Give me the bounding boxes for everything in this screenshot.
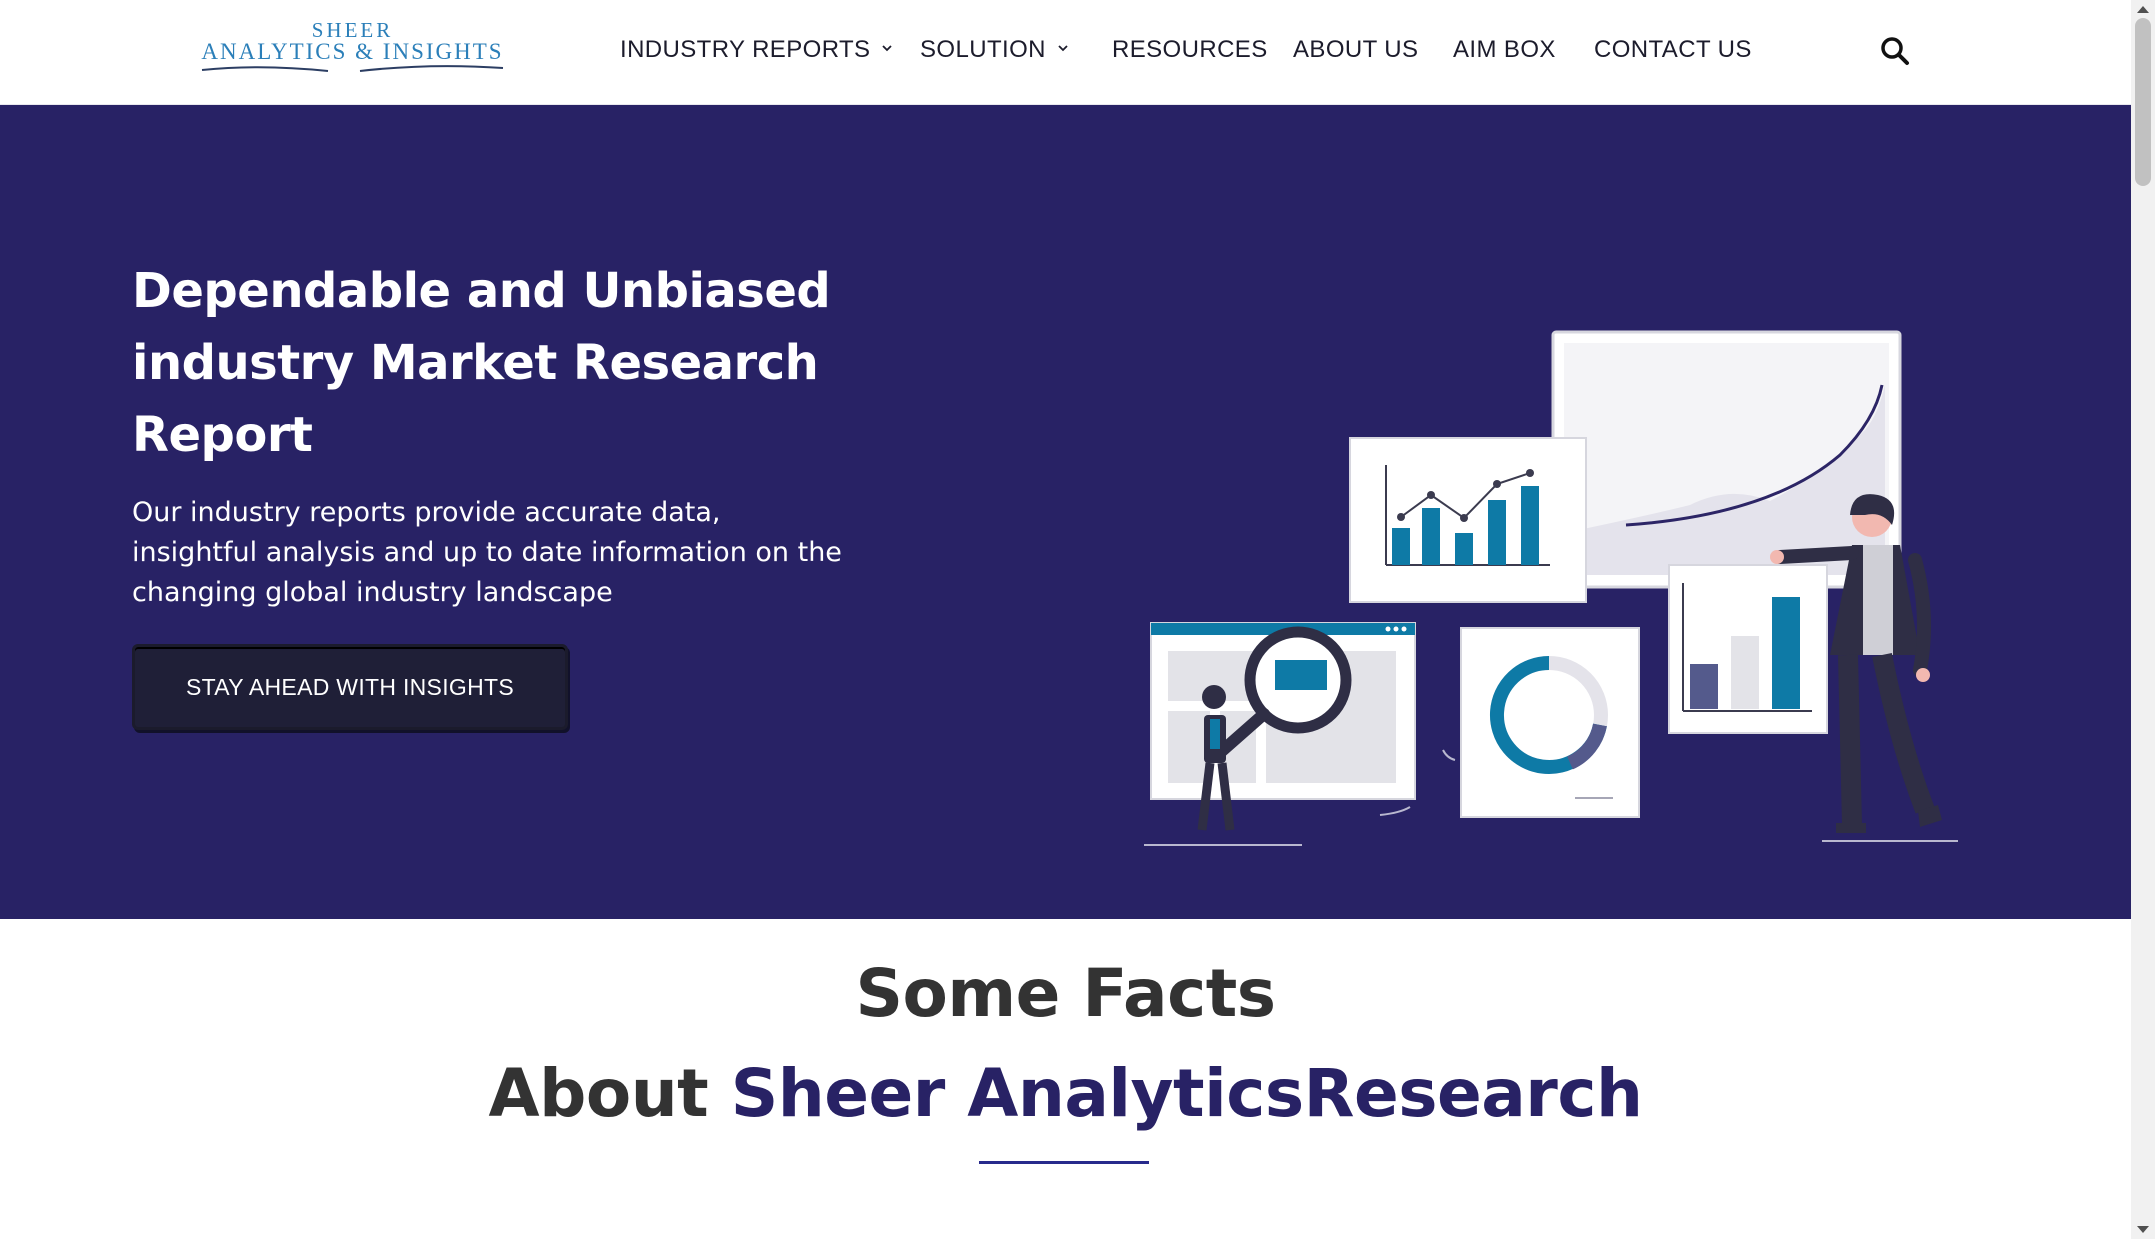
section-underline [979, 1161, 1149, 1164]
facts-subtitle-prefix: About [488, 1055, 731, 1132]
nav-industry-reports[interactable]: INDUSTRY REPORTS [620, 36, 893, 70]
site-header: SHEER ANALYTICS & INSIGHTS INDUSTRY REPO… [0, 0, 2131, 105]
analytics-dashboard-illustration [1144, 330, 1958, 846]
nav-aim-box[interactable]: AIM BOX [1453, 36, 1556, 70]
scroll-down-arrow-icon[interactable] [2137, 1226, 2149, 1233]
chevron-down-icon [1058, 45, 1068, 52]
nav-about-us[interactable]: ABOUT US [1293, 36, 1418, 70]
nav-contact-us[interactable]: CONTACT US [1594, 36, 1752, 70]
nav-solution[interactable]: SOLUTION [920, 36, 1068, 70]
scroll-up-arrow-icon[interactable] [2137, 6, 2149, 13]
page-scrollbar[interactable] [2131, 0, 2155, 1239]
hero-title: Dependable and Unbiased industry Market … [132, 263, 831, 463]
scrollbar-thumb[interactable] [2135, 18, 2151, 186]
logo-swoosh-icon [201, 65, 504, 72]
search-button[interactable] [1880, 36, 1910, 66]
nav-label: CONTACT US [1594, 36, 1752, 63]
nav-label: ABOUT US [1293, 36, 1419, 63]
nav-label: RESOURCES [1112, 36, 1268, 63]
stay-ahead-button[interactable]: STAY AHEAD WITH INSIGHTS [132, 644, 568, 730]
search-icon [1881, 37, 1909, 65]
facts-subtitle: About Sheer AnalyticsResearch [0, 1055, 2131, 1132]
facts-title: Some Facts [855, 955, 1276, 1032]
hero-section: Dependable and Unbiased industry Market … [0, 105, 2131, 919]
nav-resources[interactable]: RESOURCES [1112, 36, 1268, 70]
nav-label: INDUSTRY REPORTS [620, 36, 871, 63]
hero-description: Our industry reports provide accurate da… [132, 497, 842, 608]
facts-subtitle-accent: Sheer AnalyticsResearch [730, 1055, 1643, 1132]
chevron-down-icon [882, 45, 893, 52]
nav-label: SOLUTION [920, 36, 1046, 63]
nav-label: AIM BOX [1453, 36, 1556, 63]
brand-logo[interactable]: SHEER ANALYTICS & INSIGHTS [200, 18, 505, 78]
